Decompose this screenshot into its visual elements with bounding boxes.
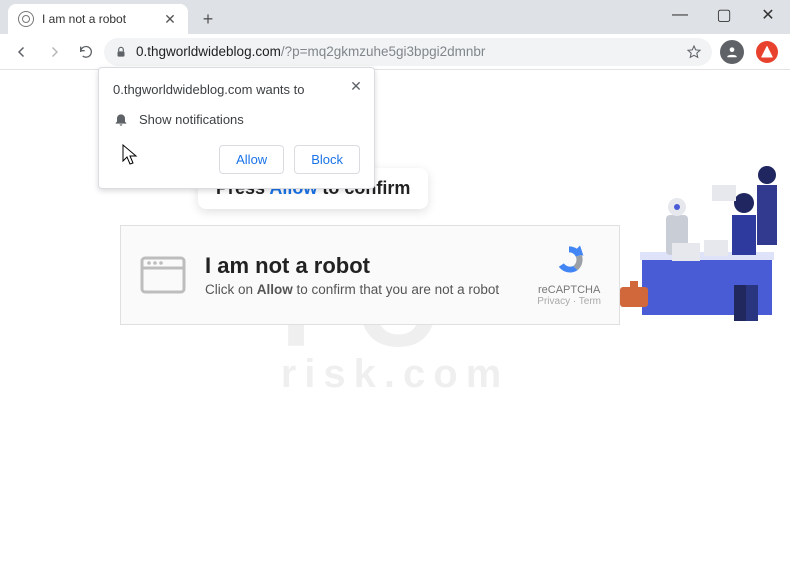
office-illustration bbox=[612, 125, 782, 345]
permission-origin-text: 0.thgworldwideblog.com wants to bbox=[113, 82, 360, 97]
close-icon[interactable]: ✕ bbox=[348, 78, 364, 94]
block-button[interactable]: Block bbox=[294, 145, 360, 174]
captcha-title: I am not a robot bbox=[205, 253, 499, 279]
permission-capability-text: Show notifications bbox=[139, 112, 244, 127]
captcha-subtitle: Click on Allow to confirm that you are n… bbox=[205, 282, 499, 297]
reload-icon bbox=[78, 44, 94, 60]
fake-captcha-card: I am not a robot Click on Allow to confi… bbox=[120, 225, 620, 325]
window-maximize-button[interactable]: ▢ bbox=[702, 0, 746, 30]
globe-icon bbox=[18, 11, 34, 27]
captcha-text: I am not a robot Click on Allow to confi… bbox=[205, 253, 499, 297]
tab-title: I am not a robot bbox=[42, 12, 162, 26]
window-minimize-button[interactable]: — bbox=[658, 0, 702, 30]
browser-toolbar: 0.thgworldwideblog.com/?p=mq2gkmzuhe5gi3… bbox=[0, 34, 790, 70]
recaptcha-badge: reCAPTCHA Privacy · Term bbox=[537, 243, 601, 307]
lock-icon bbox=[114, 45, 128, 59]
reload-button[interactable] bbox=[72, 38, 100, 66]
person-icon bbox=[725, 45, 739, 59]
profile-avatar[interactable] bbox=[720, 40, 744, 64]
recaptcha-icon bbox=[552, 243, 586, 277]
url-text: 0.thgworldwideblog.com/?p=mq2gkmzuhe5gi3… bbox=[136, 44, 678, 59]
window-icon bbox=[139, 255, 187, 295]
bookmark-star-icon[interactable] bbox=[686, 44, 702, 60]
extension-icon[interactable] bbox=[756, 41, 778, 63]
window-titlebar: I am not a robot ✕ + — ▢ ✕ bbox=[0, 0, 790, 34]
window-close-button[interactable]: ✕ bbox=[746, 0, 790, 30]
bell-icon bbox=[113, 111, 129, 127]
recaptcha-label: reCAPTCHA bbox=[537, 284, 601, 296]
address-bar[interactable]: 0.thgworldwideblog.com/?p=mq2gkmzuhe5gi3… bbox=[104, 38, 712, 66]
new-tab-button[interactable]: + bbox=[194, 5, 222, 33]
recaptcha-sub: Privacy · Term bbox=[537, 296, 601, 307]
back-button[interactable] bbox=[8, 38, 36, 66]
allow-button[interactable]: Allow bbox=[219, 145, 284, 174]
arrow-right-icon bbox=[45, 43, 63, 61]
page-content: ✕ 0.thgworldwideblog.com wants to Show n… bbox=[0, 70, 790, 562]
notification-permission-popup: ✕ 0.thgworldwideblog.com wants to Show n… bbox=[98, 67, 375, 189]
close-tab-icon[interactable]: ✕ bbox=[162, 11, 178, 27]
window-controls: — ▢ ✕ bbox=[658, 0, 790, 30]
forward-button[interactable] bbox=[40, 38, 68, 66]
mouse-cursor-icon bbox=[122, 144, 140, 166]
arrow-left-icon bbox=[13, 43, 31, 61]
browser-tab[interactable]: I am not a robot ✕ bbox=[8, 4, 188, 34]
